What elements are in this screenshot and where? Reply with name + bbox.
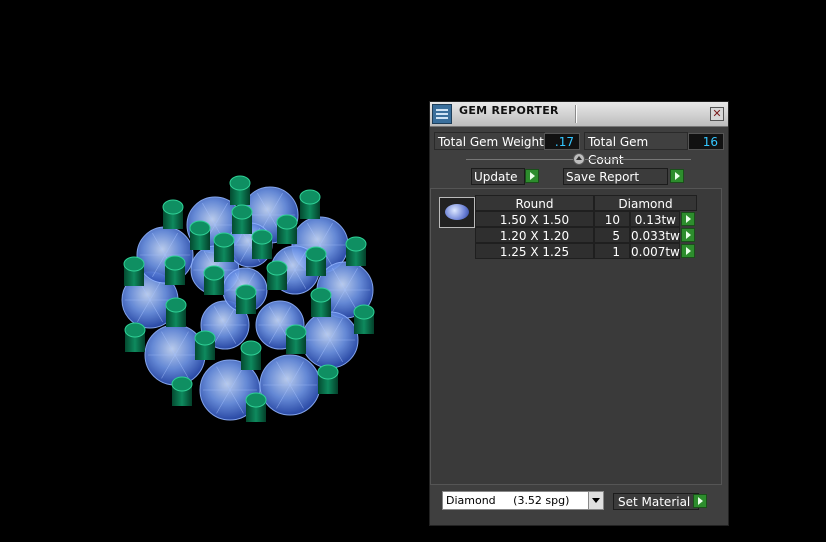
prong-tip [251, 229, 273, 245]
row-count: 10 [594, 211, 630, 227]
prong-tip [123, 256, 145, 272]
prong-tip [165, 297, 187, 313]
column-header-material: Diamond [594, 195, 697, 211]
prong-tip [245, 392, 267, 408]
prong-tip [229, 175, 251, 191]
prong-tip [285, 324, 307, 340]
row-size: 1.20 X 1.20 [475, 227, 594, 243]
prong-tip [345, 236, 367, 252]
prong-tip [164, 255, 186, 271]
title-divider [575, 105, 577, 123]
prong-tip [203, 265, 225, 281]
prong-tip [231, 204, 253, 220]
prong-tip [171, 376, 193, 392]
total-gem-count-label: Total Gem Count [584, 132, 688, 167]
prong-tip [240, 340, 262, 356]
total-gem-weight-value: .17 [544, 133, 580, 150]
save-report-arrow-icon[interactable] [670, 169, 684, 183]
total-gem-count-value: 16 [688, 133, 724, 150]
row-weight: 0.007tw [630, 243, 680, 259]
gem-reporter-panel: GEM REPORTER ✕ Total Gem Weight .17 Tota… [429, 101, 729, 526]
prong-tip [189, 220, 211, 236]
row-size: 1.25 X 1.25 [475, 243, 594, 259]
prong-tip [353, 304, 375, 320]
material-selected-value: Diamond (3.52 spg) [446, 494, 570, 507]
set-material-arrow-icon[interactable] [693, 494, 707, 508]
collapse-handle-icon[interactable] [573, 153, 585, 165]
close-icon[interactable]: ✕ [710, 107, 724, 121]
row-size: 1.50 X 1.50 [475, 211, 594, 227]
prong-tip [124, 322, 146, 338]
prong-tip [213, 232, 235, 248]
prong-tip [305, 246, 327, 262]
row-select-arrow-icon[interactable] [681, 212, 695, 226]
panel-title: GEM REPORTER [459, 104, 559, 117]
gem-cluster-model [121, 175, 375, 422]
set-material-button[interactable]: Set Material [613, 493, 699, 510]
chevron-down-icon[interactable] [588, 492, 603, 509]
report-icon [432, 104, 452, 124]
report-area: Round Diamond 1.50 X 1.50 10 0.13tw 1.20… [430, 188, 722, 485]
3d-viewport[interactable] [0, 0, 420, 542]
prong-tip [299, 189, 321, 205]
update-arrow-icon[interactable] [525, 169, 539, 183]
row-select-arrow-icon[interactable] [681, 228, 695, 242]
material-select[interactable]: Diamond (3.52 spg) [442, 491, 604, 510]
prong-tip [266, 260, 288, 276]
row-count: 1 [594, 243, 630, 259]
prong-tip [162, 199, 184, 215]
prong-tip [194, 330, 216, 346]
row-weight: 0.13tw [630, 211, 680, 227]
prong-tip [235, 284, 257, 300]
title-bar[interactable]: GEM REPORTER ✕ [430, 102, 728, 127]
update-button[interactable]: Update [471, 168, 525, 185]
row-count: 5 [594, 227, 630, 243]
save-report-button[interactable]: Save Report [563, 168, 668, 185]
row-select-arrow-icon[interactable] [681, 244, 695, 258]
prong-tip [317, 364, 339, 380]
row-weight: 0.033tw [630, 227, 680, 243]
prong-tip [310, 287, 332, 303]
round-gem-icon [439, 197, 475, 228]
prong-tip [276, 214, 298, 230]
column-header-shape: Round [475, 195, 594, 211]
total-gem-weight-label: Total Gem Weight [434, 132, 545, 150]
